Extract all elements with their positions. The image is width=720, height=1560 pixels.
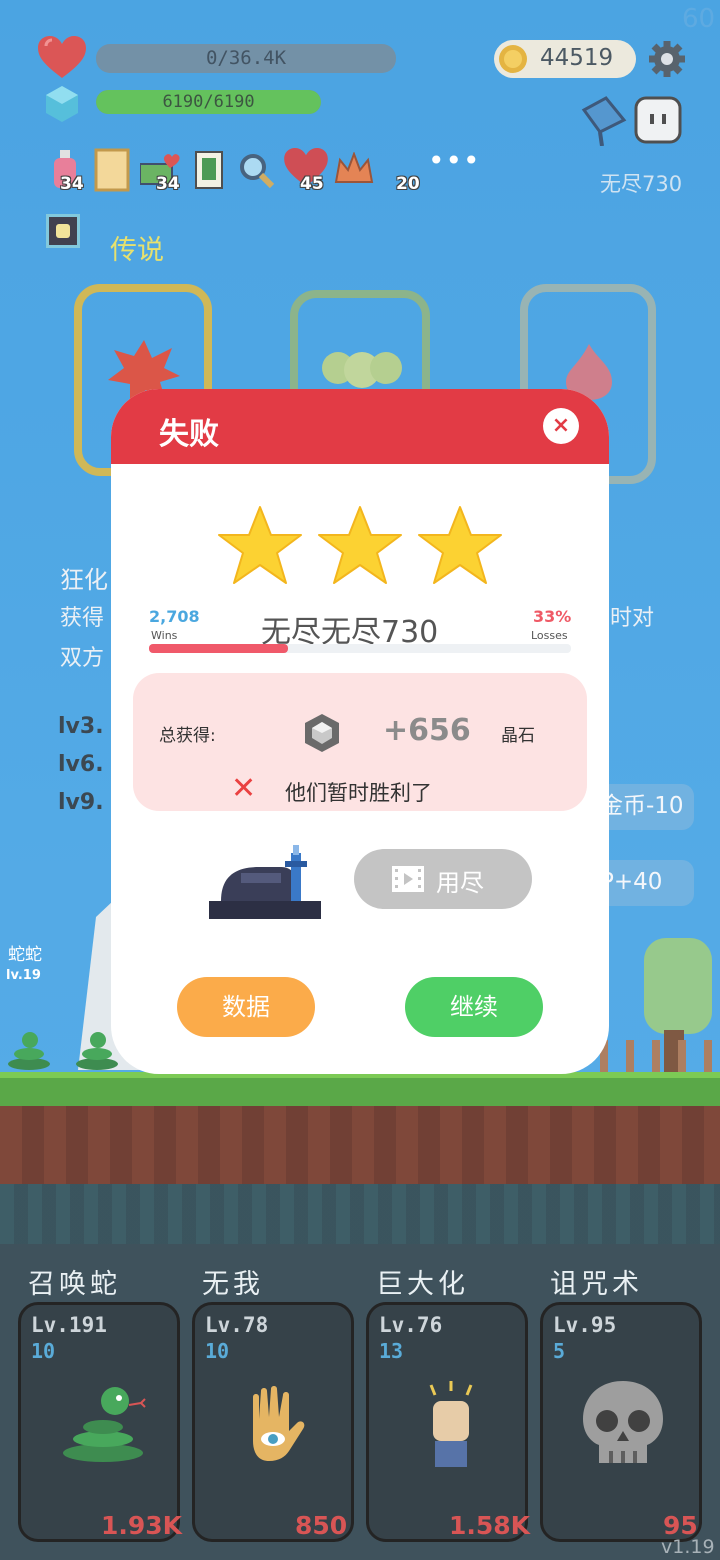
star-icon [418, 506, 502, 584]
video-button-label: 用尽 [436, 869, 484, 897]
star-icon [218, 506, 302, 584]
cross-icon: ✕ [231, 771, 257, 806]
win-loss-bar-fill [149, 644, 289, 653]
star-icon [318, 506, 402, 584]
watch-video-button[interactable]: 用尽 [354, 849, 532, 909]
reward-label: 总获得: [159, 726, 216, 746]
losses-label: Losses [531, 629, 568, 642]
data-button[interactable]: 数据 [177, 977, 315, 1037]
close-button[interactable]: × [543, 408, 579, 444]
wins-label: Wins [151, 629, 178, 642]
wins-count: 2,708 [149, 607, 200, 626]
fail-message: 他们暂时胜利了 [285, 781, 432, 805]
defeat-dialog: 失败 × 2,708 Wins 无尽无尽730 33% Losses 总获得: … [111, 389, 609, 1074]
fallen-knight-icon [209, 845, 321, 919]
continue-button[interactable]: 继续 [405, 977, 543, 1037]
dialog-title: 失败 [159, 417, 219, 452]
win-loss-bar [149, 644, 571, 653]
video-icon [392, 866, 424, 892]
losses-percent: 33% [533, 607, 572, 626]
reward-unit: 晶石 [501, 726, 535, 746]
gem-icon [305, 714, 339, 752]
reward-amount: +656 [383, 713, 471, 748]
reward-box: 总获得: +656 晶石 ✕ 他们暂时胜利了 [133, 673, 587, 811]
